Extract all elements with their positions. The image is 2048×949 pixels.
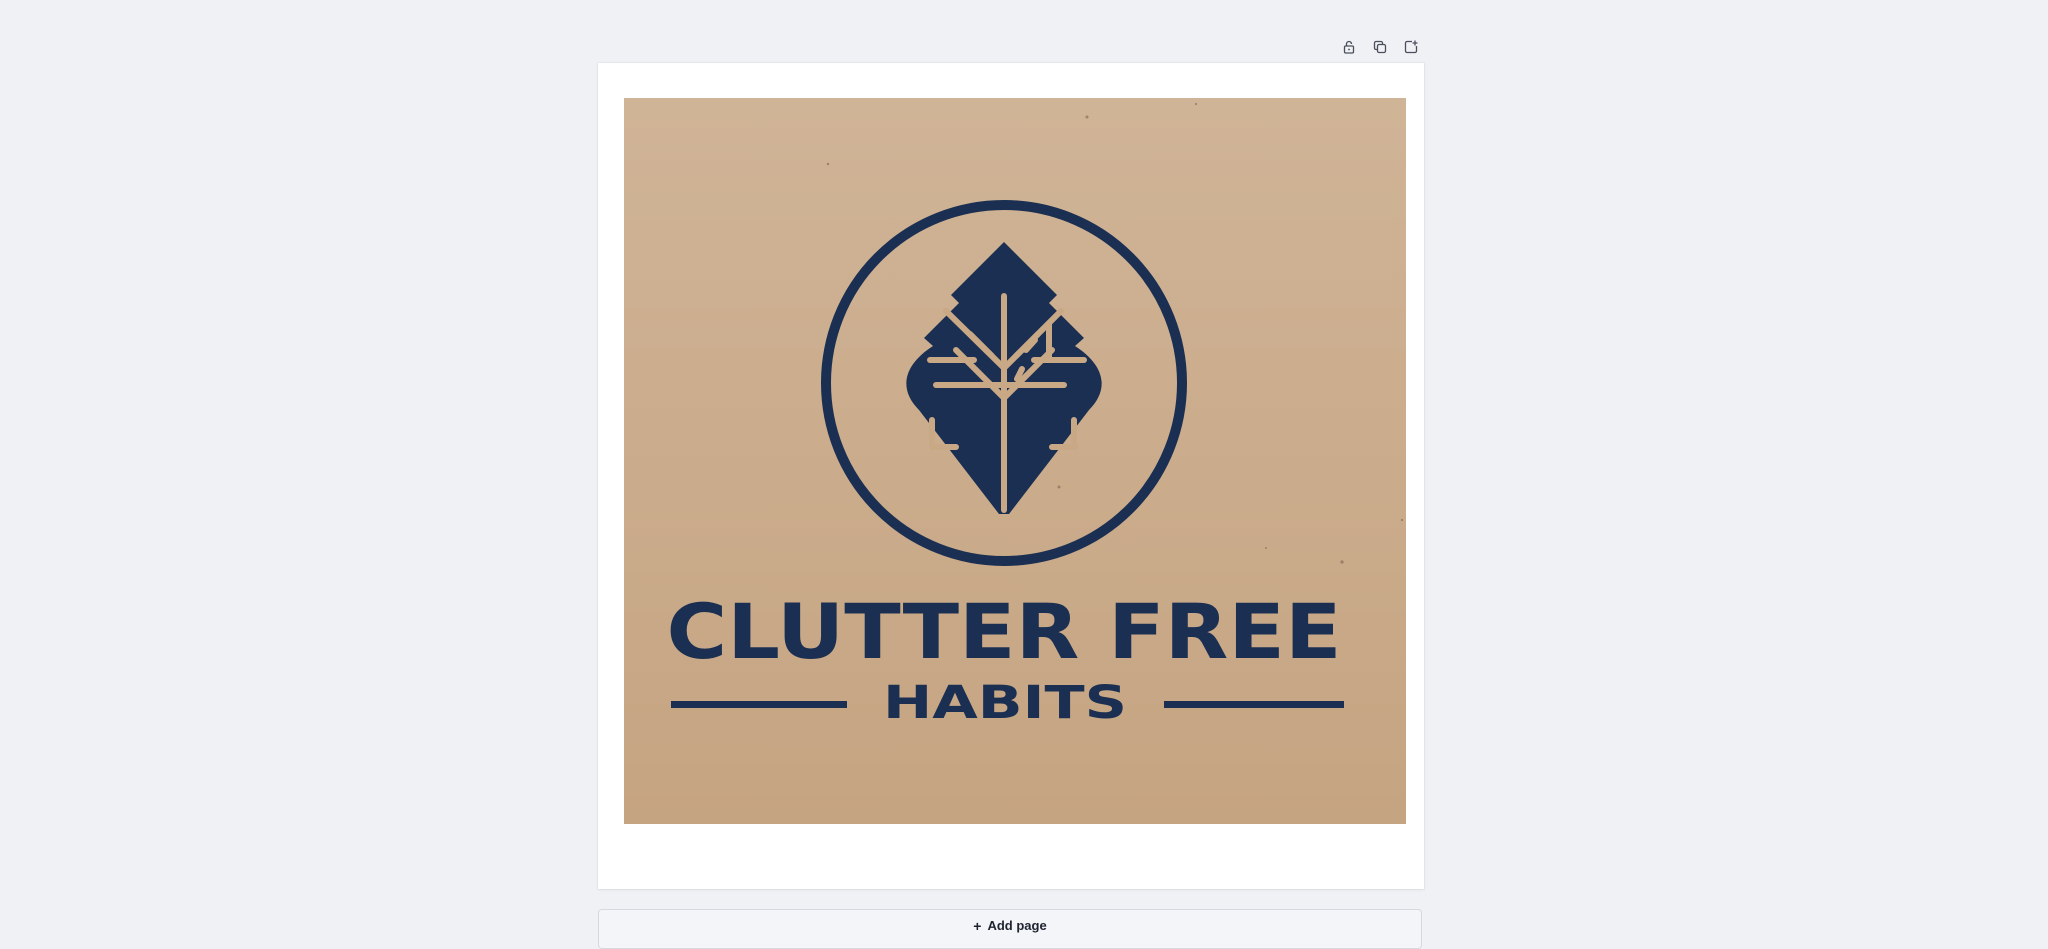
duplicate-page-button[interactable] [1369, 36, 1390, 57]
duplicate-icon [1373, 40, 1386, 53]
add-page-after-button[interactable] [1400, 36, 1421, 57]
logo-image[interactable]: CLUTTER FREE HABITS [624, 98, 1406, 824]
add-page-button[interactable]: + Add page [598, 909, 1422, 949]
logo-subtitle: HABITS [883, 676, 1127, 729]
add-page-content: + Add page [973, 918, 1046, 933]
add-page-label: Add page [987, 918, 1047, 933]
add-page-icon [1404, 40, 1417, 53]
plus-icon: + [973, 917, 982, 934]
editor-canvas: CLUTTER FREE HABITS + Add page [0, 0, 2048, 949]
logo-title: CLUTTER FREE [667, 587, 1342, 676]
lock-page-button[interactable] [1338, 36, 1359, 57]
page-toolbar [1338, 36, 1421, 56]
design-page[interactable]: CLUTTER FREE HABITS [598, 63, 1424, 889]
lock-icon [1343, 40, 1354, 54]
